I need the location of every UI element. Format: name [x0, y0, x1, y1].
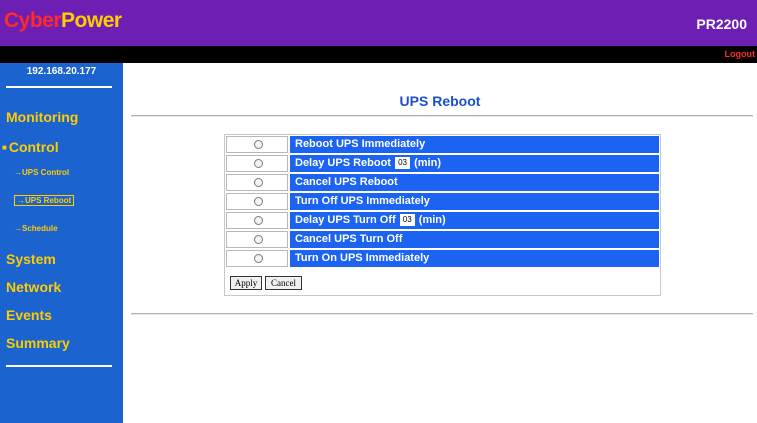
option-row-delay-reboot: Delay UPS Reboot 03 (min): [226, 155, 659, 172]
option-row-turn-on-immediately: Turn On UPS Immediately: [226, 250, 659, 267]
apply-button[interactable]: Apply: [230, 276, 262, 290]
sidebar-item-system[interactable]: System: [6, 251, 56, 267]
radio-cell: [226, 155, 288, 172]
sidebar-item-network[interactable]: Network: [6, 279, 61, 295]
radio-cell: [226, 212, 288, 229]
option-label: Cancel UPS Turn Off: [290, 231, 659, 248]
radio-cell: [226, 136, 288, 153]
sidebar-divider-bottom: [6, 365, 112, 367]
reboot-options-panel: Reboot UPS Immediately Delay UPS Reboot …: [224, 134, 661, 296]
radio-delay-reboot[interactable]: [254, 159, 263, 168]
option-label-text: Delay UPS Turn Off: [295, 214, 396, 226]
option-label-unit: (min): [414, 157, 441, 169]
top-black-bar: Logout: [0, 46, 757, 63]
radio-turn-off-immediately[interactable]: [254, 197, 263, 206]
radio-cell: [226, 250, 288, 267]
sidebar-item-events[interactable]: Events: [6, 307, 52, 323]
sidebar-item-control-label: Control: [8, 139, 59, 155]
radio-cell: [226, 231, 288, 248]
option-label-unit: (min): [418, 214, 446, 226]
option-row-cancel-reboot: Cancel UPS Reboot: [226, 174, 659, 191]
sidebar: 192.168.20.177 Monitoring ■ Control →UPS …: [0, 63, 123, 423]
sidebar-subitem-ups-reboot[interactable]: →UPS Reboot: [14, 195, 75, 206]
header-bar: CyberPower PR2200: [0, 0, 757, 46]
radio-cancel-reboot[interactable]: [254, 178, 263, 187]
radio-cell: [226, 174, 288, 191]
sidebar-item-control[interactable]: ■ Control: [2, 139, 59, 155]
cyberpower-logo: CyberPower: [4, 9, 122, 32]
page-title: UPS Reboot: [399, 93, 481, 109]
option-row-cancel-turn-off: Cancel UPS Turn Off: [226, 231, 659, 248]
sidebar-subitem-ups-control[interactable]: →UPS Control: [14, 168, 69, 177]
device-ip: 192.168.20.177: [26, 66, 97, 77]
model-name: PR2200: [696, 16, 747, 32]
option-row-reboot-immediately: Reboot UPS Immediately: [226, 136, 659, 153]
delay-reboot-minutes-input[interactable]: 03: [395, 157, 411, 169]
expanded-bullet-icon: ■: [2, 143, 7, 152]
logout-link[interactable]: Logout: [725, 49, 756, 59]
radio-turn-on-immediately[interactable]: [254, 254, 263, 263]
radio-cell: [226, 193, 288, 210]
option-label: Turn Off UPS Immediately: [290, 193, 659, 210]
sidebar-item-summary[interactable]: Summary: [6, 335, 70, 351]
option-label: Delay UPS Reboot 03 (min): [290, 155, 659, 172]
sidebar-divider-top: [6, 86, 112, 88]
sidebar-item-monitoring[interactable]: Monitoring: [6, 109, 78, 125]
divider: [131, 115, 753, 117]
option-label: Turn On UPS Immediately: [290, 250, 659, 267]
radio-reboot-immediately[interactable]: [254, 140, 263, 149]
option-row-delay-turn-off: Delay UPS Turn Off 03 (min): [226, 212, 659, 229]
option-label-text: Delay UPS Reboot: [295, 157, 391, 169]
option-label: Cancel UPS Reboot: [290, 174, 659, 191]
option-label: Delay UPS Turn Off 03 (min): [290, 212, 659, 229]
radio-cancel-turn-off[interactable]: [254, 235, 263, 244]
delay-turn-off-minutes-input[interactable]: 03: [399, 214, 415, 226]
sidebar-subitem-schedule[interactable]: →Schedule: [14, 224, 58, 233]
divider: [131, 313, 753, 315]
option-label: Reboot UPS Immediately: [290, 136, 659, 153]
option-row-turn-off-immediately: Turn Off UPS Immediately: [226, 193, 659, 210]
radio-delay-turn-off[interactable]: [254, 216, 263, 225]
cancel-button[interactable]: Cancel: [265, 276, 302, 290]
